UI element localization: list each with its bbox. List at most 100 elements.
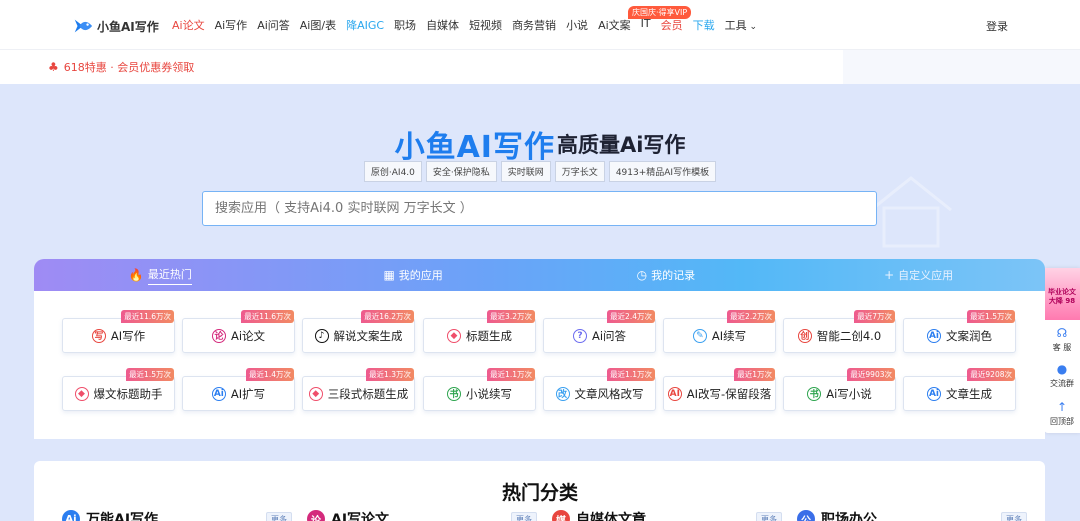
- vip-badge: 庆国庆·得享VIP: [628, 6, 692, 19]
- app-icon: 书: [807, 386, 822, 401]
- app-label: 小说续写: [466, 386, 512, 401]
- app-card[interactable]: ♪ 解说文案生成 最近16.2万次: [302, 310, 415, 353]
- nav-link[interactable]: 小说: [566, 17, 588, 33]
- app-icon: 创: [797, 328, 812, 343]
- app-card[interactable]: ◆ 爆文标题助手 最近1.5万次: [62, 368, 175, 411]
- group-chat-button[interactable]: ● 交流群: [1044, 362, 1080, 389]
- app-label: 三段式标题生成: [327, 386, 409, 401]
- category-icon: 媒: [552, 510, 570, 521]
- usage-badge: 最近9208次: [967, 368, 1015, 381]
- nav-link[interactable]: Ai文案: [598, 17, 631, 33]
- more-button[interactable]: 更多: [756, 512, 782, 521]
- hero-subtitle: 高质量Ai写作: [556, 133, 686, 157]
- app-card[interactable]: AI AI改写-保留段落 最近1万次: [663, 368, 776, 411]
- headset-icon: ☊: [1056, 326, 1068, 340]
- app-icon: Ai: [927, 386, 941, 401]
- nav-link[interactable]: 工具: [725, 17, 757, 33]
- nav-link[interactable]: 会员: [661, 17, 683, 33]
- app-label: 智能二创4.0: [816, 328, 882, 343]
- nav-link[interactable]: Ai写作: [215, 17, 248, 33]
- login-link[interactable]: 登录: [986, 18, 1008, 34]
- tab-3[interactable]: ◷ 我的记录: [540, 259, 793, 291]
- app-card[interactable]: 论 Ai论文 最近11.6万次: [182, 310, 295, 353]
- usage-badge: 最近1.1万次: [487, 368, 535, 381]
- app-icon: ◆: [74, 386, 89, 401]
- app-icon: Ai: [211, 386, 226, 401]
- app-card[interactable]: 书 Ai写小说 最近9903次: [783, 368, 896, 411]
- promo-strip[interactable]: ♣ 618特惠 · 会员优惠券领取: [0, 50, 843, 84]
- usage-badge: 最近1.1万次: [607, 368, 655, 381]
- hot-category[interactable]: 公职场办公: [797, 509, 877, 521]
- app-card[interactable]: 书小说续写 最近1.1万次: [423, 368, 536, 411]
- app-icon: 改: [555, 386, 570, 401]
- feature-tag: 安全·保护隐私: [425, 161, 497, 182]
- clock-icon: ◷: [636, 268, 648, 282]
- usage-badge: 最近3.2万次: [487, 310, 535, 323]
- app-card[interactable]: ◆ 标题生成 最近3.2万次: [423, 310, 536, 353]
- nav-link[interactable]: IT: [641, 17, 651, 33]
- back-to-top-label: 回顶部: [1050, 417, 1074, 426]
- customer-service-button[interactable]: ☊ 客 服: [1044, 326, 1080, 353]
- app-card[interactable]: ✎ AI续写 最近2.2万次: [663, 310, 776, 353]
- app-label: 文章风格改写: [574, 386, 644, 401]
- group-chat-label: 交流群: [1050, 379, 1074, 388]
- nav-link[interactable]: Ai问答: [257, 17, 290, 33]
- tab-1[interactable]: 🔥 最近热门: [34, 259, 287, 291]
- app-icon: ✎: [692, 328, 707, 343]
- app-card[interactable]: 写 AI写作 最近11.6万次: [62, 310, 175, 353]
- tab-2[interactable]: ▦ 我的应用: [287, 259, 540, 291]
- back-to-top-button[interactable]: ↑ 回顶部: [1044, 400, 1080, 427]
- feature-tag: 实时联网: [500, 161, 551, 182]
- app-card[interactable]: Ai AI扩写 最近1.4万次: [182, 368, 295, 411]
- app-card[interactable]: 改文章风格改写 最近1.1万次: [543, 368, 656, 411]
- nav-link[interactable]: 下载: [693, 17, 715, 33]
- promo-text: 618特惠 · 会员优惠券领取: [63, 61, 195, 74]
- nav-link[interactable]: 职场: [394, 17, 416, 33]
- plus-icon: +: [884, 268, 895, 282]
- top-nav: 小鱼AI写作 Ai论文 Ai写作 Ai问答 Ai图/表 降AIGC 职场 自媒体 短视频 商务营…: [0, 0, 1080, 50]
- more-button[interactable]: 更多: [1001, 512, 1027, 521]
- usage-badge: 最近1.4万次: [246, 368, 294, 381]
- hot-category[interactable]: Ai 万能AI写作: [62, 509, 158, 521]
- app-card[interactable]: ? Ai问答 最近2.4万次: [543, 310, 656, 353]
- app-card[interactable]: Ai 文章生成 最近9208次: [903, 368, 1016, 411]
- app-card[interactable]: 创智能二创4.0 最近7万次: [783, 310, 896, 353]
- nav-link[interactable]: Ai论文: [172, 17, 205, 33]
- feature-tags: 原创·AI4.0 安全·保护隐私 实时联网 万字长文 4913+精品AI写作模板: [0, 161, 1080, 182]
- brand-logo[interactable]: 小鱼AI写作: [72, 14, 159, 38]
- arrow-up-icon: ↑: [1056, 400, 1068, 414]
- brand-name: 小鱼AI写作: [97, 19, 159, 34]
- fire-icon: 🔥: [128, 268, 144, 282]
- side-promo-banner[interactable]: 毕业论文 大降 98: [1044, 268, 1080, 320]
- hot-category[interactable]: 论 AI写论文: [307, 509, 389, 521]
- app-icon: 论: [211, 328, 226, 343]
- category-icon: 公: [797, 510, 815, 521]
- category-label: 职场办公: [821, 512, 877, 521]
- app-icon: AI: [667, 386, 682, 401]
- app-icon: 书: [447, 386, 461, 401]
- usage-badge: 最近7万次: [854, 310, 895, 323]
- app-icon: 写: [91, 328, 106, 343]
- usage-badge: 最近9903次: [847, 368, 895, 381]
- nav-link[interactable]: 降AIGC: [346, 17, 384, 33]
- app-tabs: 🔥 最近热门 ▦ 我的应用 ◷ 我的记录 + 自定义应用: [34, 259, 1045, 291]
- app-card[interactable]: Ai 文案润色 最近1.5万次: [903, 310, 1016, 353]
- app-label: AI改写-保留段落: [686, 386, 772, 401]
- app-label: 解说文案生成: [333, 328, 403, 343]
- nav-link[interactable]: 商务营销: [512, 17, 556, 33]
- usage-badge: 最近11.6万次: [241, 310, 294, 323]
- apps-panel: 写 AI写作 最近11.6万次论 Ai论文 最近11.6万次 ♪ 解说文案生成 最近16.2万…: [34, 291, 1045, 439]
- tab-4[interactable]: + 自定义应用: [792, 259, 1045, 291]
- search-input[interactable]: [202, 191, 877, 226]
- app-icon: Ai: [927, 328, 941, 343]
- nav-link[interactable]: 自媒体: [426, 17, 459, 33]
- more-button[interactable]: 更多: [511, 512, 537, 521]
- customer-service-label: 客 服: [1052, 343, 1072, 352]
- app-card[interactable]: ◆ 三段式标题生成 最近1.3万次: [302, 368, 415, 411]
- usage-badge: 最近2.2万次: [727, 310, 775, 323]
- nav-link[interactable]: Ai图/表: [300, 17, 336, 33]
- hot-category[interactable]: 媒自媒体文章: [552, 509, 646, 521]
- more-button[interactable]: 更多: [266, 512, 292, 521]
- nav-link[interactable]: 短视频: [469, 17, 502, 33]
- flower-icon: ♣: [48, 60, 59, 74]
